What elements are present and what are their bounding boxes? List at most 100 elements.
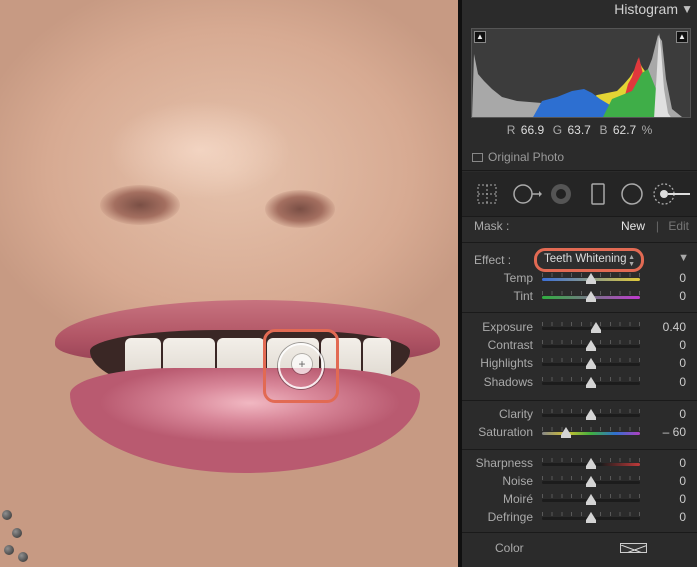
slider-label: Defringe [487, 510, 533, 524]
slider-label: Saturation [478, 425, 533, 439]
slider-ticks [542, 427, 640, 431]
divider [462, 216, 697, 217]
triangle-down-icon[interactable]: ▼ [678, 252, 689, 264]
divider [462, 449, 697, 450]
slider-value[interactable]: 0 [679, 407, 686, 421]
original-photo-toggle[interactable]: Original Photo [472, 150, 564, 164]
slider-thumb[interactable] [560, 427, 571, 438]
slider-clarity: Clarity 0 [462, 406, 697, 424]
divider [462, 532, 697, 533]
effect-label: Effect : [474, 253, 512, 267]
checkbox[interactable] [472, 153, 483, 162]
slider-value[interactable]: 0 [679, 492, 686, 506]
rgb-readout: R 66.9 G 63.7 B 62.7 % [462, 123, 697, 137]
slider-value[interactable]: 0 [679, 474, 686, 488]
b-label: B [599, 123, 608, 137]
slider-value[interactable]: 0 [679, 271, 686, 285]
histogram-plot [472, 33, 682, 117]
crosshair-icon[interactable]: + [292, 354, 312, 374]
slider-label: Exposure [482, 320, 533, 334]
photo-canvas[interactable]: + [0, 0, 458, 567]
histogram-graph: ▲ ▲ [471, 28, 691, 118]
b-value: 62.7 [612, 123, 637, 137]
clipping-triangle-icon[interactable]: ▲ [474, 31, 486, 43]
slider-value[interactable]: 0 [679, 510, 686, 524]
histogram-header[interactable]: Histogram ▼ [462, 0, 697, 20]
slider-value[interactable]: 0 [679, 338, 686, 352]
triangle-down-icon[interactable]: ▼ [681, 2, 693, 16]
crop-overlay-icon[interactable] [475, 182, 499, 206]
slider-value[interactable]: 0 [679, 456, 686, 470]
tool-strip [462, 172, 697, 216]
slider-value[interactable]: 0 [679, 356, 686, 370]
slider-label: Noise [502, 474, 533, 488]
percent-sign: % [641, 123, 653, 137]
slider-label: Temp [503, 271, 533, 285]
swatch-cross [621, 544, 646, 552]
slider-thumb[interactable] [586, 340, 596, 351]
spot-removal-icon[interactable] [512, 182, 542, 206]
adjustment-brush-icon[interactable] [652, 182, 692, 206]
lower-lip [70, 368, 420, 473]
slider-label: Clarity [498, 407, 533, 421]
slider-defringe: Defringe 0 [462, 509, 697, 527]
slider-thumb[interactable] [586, 476, 596, 487]
slider-tint: Tint 0 [462, 288, 697, 306]
slider-label: Moiré [502, 492, 533, 506]
mask-row: Mask : New | Edit [462, 219, 697, 239]
slider-thumb[interactable] [586, 273, 596, 284]
slider-thumb[interactable] [586, 494, 596, 505]
r-label: R [506, 123, 516, 137]
slider-label: Tint [513, 289, 533, 303]
slider-label: Highlights [480, 356, 533, 370]
red-eye-icon[interactable] [549, 182, 573, 206]
slider-thumb[interactable] [590, 322, 601, 333]
clipping-triangle-icon[interactable]: ▲ [676, 31, 688, 43]
slider-thumb[interactable] [586, 291, 596, 302]
slider-noise: Noise 0 [462, 473, 697, 491]
panel-title: Histogram [614, 1, 678, 17]
divider [462, 170, 697, 171]
slider-moir: Moiré 0 [462, 491, 697, 509]
slider-thumb[interactable] [586, 409, 596, 420]
no-color-swatch-icon[interactable] [620, 543, 647, 553]
g-value: 63.7 [567, 123, 591, 137]
divider [462, 312, 697, 313]
slider-saturation: Saturation – 60 [462, 424, 697, 442]
slider-sharpness: Sharpness 0 [462, 455, 697, 473]
slider-thumb[interactable] [586, 358, 596, 369]
divider [462, 242, 697, 243]
necklace-bead [4, 545, 14, 555]
necklace-bead [2, 510, 12, 520]
slider-label: Sharpness [475, 456, 533, 470]
slider-value[interactable]: 0 [679, 289, 686, 303]
slider-value[interactable]: – 60 [663, 425, 686, 439]
divider [462, 400, 697, 401]
r-value: 66.9 [520, 123, 545, 137]
develop-right-panel: Histogram ▼ ▲ ▲ R 66.9 G 63.7 B 62.7 % O… [462, 0, 697, 567]
original-photo-label: Original Photo [488, 150, 565, 164]
slider-shadows: Shadows 0 [462, 374, 697, 392]
slider-thumb[interactable] [586, 377, 596, 388]
slider-thumb[interactable] [586, 458, 596, 469]
mask-label: Mask : [474, 219, 510, 233]
mask-new-button[interactable]: New [621, 219, 645, 233]
slider-temp: Temp 0 [462, 270, 697, 288]
necklace-bead [12, 528, 22, 538]
slider-value[interactable]: 0.40 [663, 320, 686, 334]
mask-edit-button[interactable]: Edit [668, 219, 689, 233]
slider-label: Shadows [483, 375, 533, 389]
radial-filter-icon[interactable] [620, 182, 644, 206]
slider-exposure: Exposure 0.40 [462, 319, 697, 337]
slider-value[interactable]: 0 [679, 375, 686, 389]
graduated-filter-icon[interactable] [586, 182, 610, 206]
nostril-right [265, 190, 335, 228]
necklace-bead [18, 552, 28, 562]
slider-thumb[interactable] [586, 512, 596, 523]
mask-divider: | [655, 219, 659, 233]
slider-track[interactable] [542, 432, 640, 435]
g-label: G [552, 123, 563, 137]
color-label: Color [495, 541, 524, 555]
color-row: Color [462, 541, 697, 557]
effect-preset-dropdown[interactable]: Teeth Whitening ▲ ▼ [534, 248, 644, 272]
